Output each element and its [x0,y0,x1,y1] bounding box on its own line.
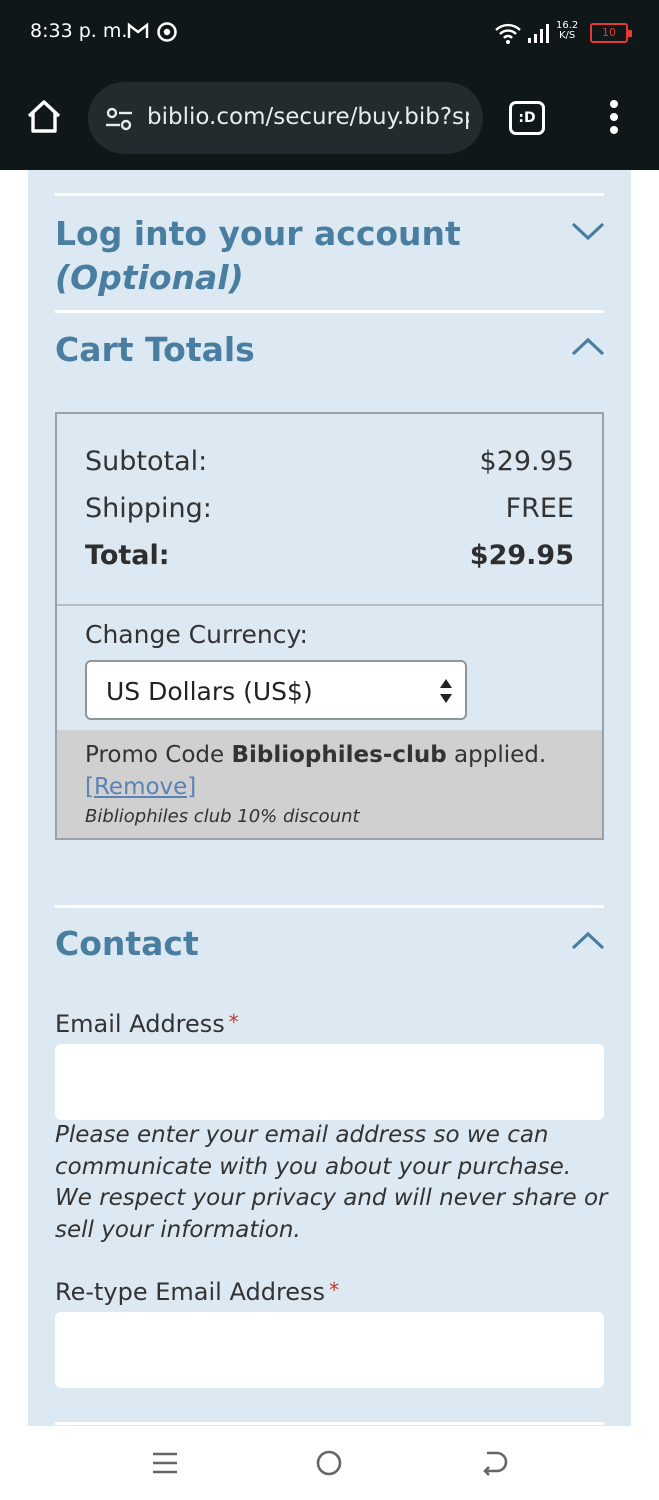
email-label: Email Address * [55,1010,239,1038]
gmail-icon [127,22,149,45]
url-text[interactable]: biblio.com/secure/buy.bib?sp [147,104,469,130]
checkout-panel: Log into your account (Optional) Cart To… [28,170,631,1426]
total-value: $29.95 [469,540,574,571]
subtotal-value: $29.95 [479,446,574,477]
currency-select[interactable]: US Dollars (US$) [85,660,467,720]
promo-note: Bibliophiles club 10% discount [85,806,360,827]
promo-code-box: Promo Code Bibliophiles-club applied. [R… [57,730,602,838]
remove-promo-link[interactable]: [Remove] [85,774,196,800]
section-divider [55,310,604,313]
chrome-icon [157,22,177,47]
total-row: Total: $29.95 [85,540,574,571]
cart-totals-title[interactable]: Cart Totals [55,328,255,372]
promo-code: Bibliophiles-club [231,742,447,768]
home-nav-icon[interactable] [316,1450,342,1480]
navigation-bar [0,1426,659,1500]
login-section-title[interactable]: Log into your account (Optional) [55,212,461,300]
shipping-row: Shipping: FREE [85,493,574,524]
currency-label: Change Currency: [85,620,308,649]
wifi-icon [494,22,522,49]
address-bar[interactable]: biblio.com/secure/buy.bib?sp [88,82,483,154]
home-button[interactable] [24,97,64,137]
tab-switcher-button[interactable]: :D [509,101,545,135]
shipping-value: FREE [505,493,574,524]
cart-totals-box: Subtotal: $29.95 Shipping: FREE Total: $… [55,412,604,840]
contact-title[interactable]: Contact [55,922,199,966]
net-speed: 16.2 K/S [556,20,579,41]
home-icon [27,100,61,133]
recent-apps-icon[interactable] [152,1450,178,1480]
email-field[interactable] [55,1044,604,1120]
section-divider [55,193,604,196]
status-time: 8:33 p. m. [30,20,128,42]
section-divider [55,1422,604,1425]
select-arrows-icon [439,676,453,706]
site-settings-icon[interactable] [104,104,134,134]
retype-email-label: Re-type Email Address * [55,1278,340,1306]
chevron-up-icon[interactable] [570,930,606,952]
retype-email-field[interactable] [55,1312,604,1388]
promo-message: Promo Code Bibliophiles-club applied. [85,742,547,768]
required-mark: * [329,1278,340,1302]
chevron-down-icon[interactable] [570,220,606,242]
signal-icon [527,22,551,49]
chevron-up-icon[interactable] [570,336,606,358]
section-divider [55,905,604,908]
required-mark: * [228,1010,239,1034]
battery-icon: 10 [590,23,632,43]
more-menu-icon[interactable] [604,100,624,136]
login-optional-label: (Optional) [55,258,244,297]
email-help-text: Please enter your email address so we ca… [55,1122,608,1243]
subtotal-row: Subtotal: $29.95 [85,446,574,477]
currency-selected-value: US Dollars (US$) [106,677,313,706]
browser-chrome: 8:33 p. m. 16.2 K/S 10 biblio.com/secure… [0,0,659,170]
status-bar: 8:33 p. m. 16.2 K/S 10 [0,0,659,64]
checkout-page: Log into your account (Optional) Cart To… [0,170,659,1426]
cart-divider [57,604,602,606]
back-icon[interactable] [481,1450,509,1480]
